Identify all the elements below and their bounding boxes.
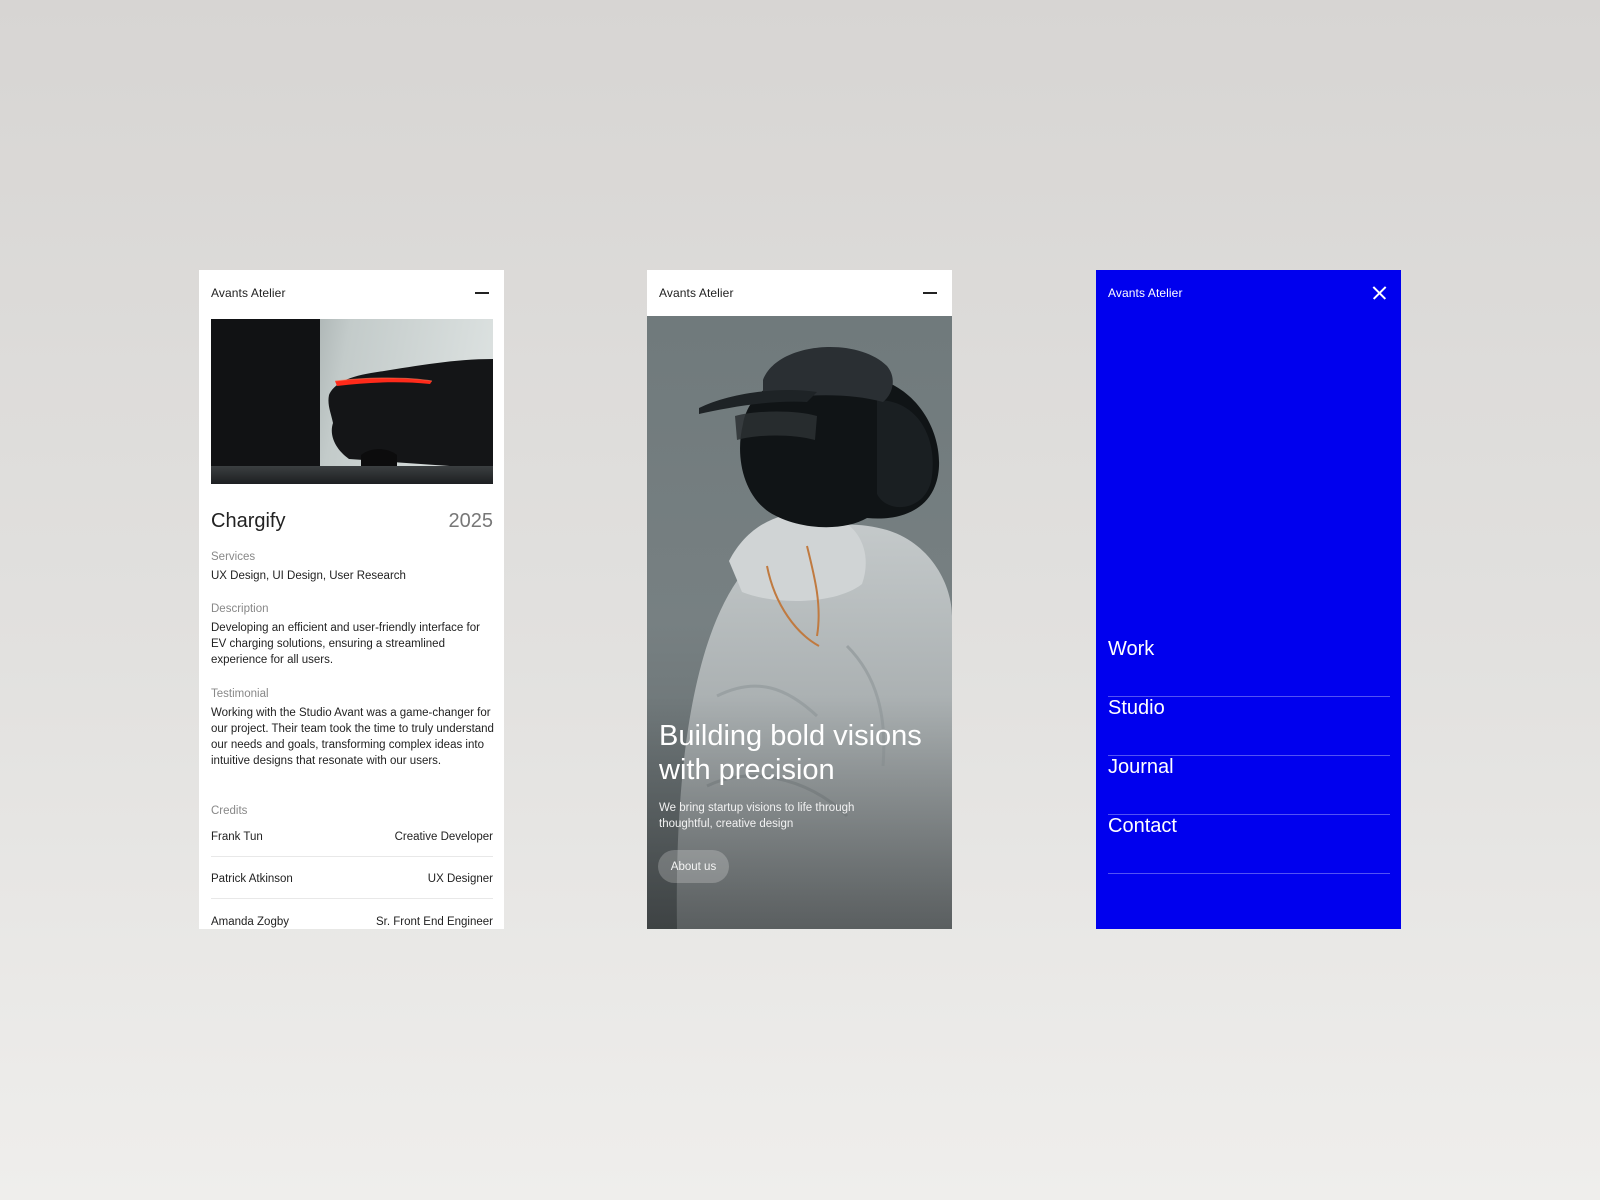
services-label: Services <box>211 551 256 563</box>
brand-logo[interactable]: Avants Atelier <box>659 286 734 300</box>
credit-row: Amanda Zogby Sr. Front End Engineer <box>211 916 493 928</box>
project-detail-screen: Avants Atelier Chargify 2025 Services UX… <box>199 270 504 929</box>
hero-headline: Building bold visions with precision <box>659 720 922 786</box>
project-year: 2025 <box>448 510 494 532</box>
description-label: Description <box>211 603 269 615</box>
divider <box>211 898 493 899</box>
services-value: UX Design, UI Design, User Research <box>211 570 406 582</box>
menu-item-label: Journal <box>1108 756 1174 778</box>
menu-dash-icon[interactable] <box>923 292 937 294</box>
credit-role: UX Designer <box>427 873 493 885</box>
hero-subtext: We bring startup visions to life through… <box>659 802 855 830</box>
close-icon[interactable] <box>1372 285 1388 301</box>
credit-name: Patrick Atkinson <box>211 873 293 885</box>
menu-dash-icon[interactable] <box>475 292 489 294</box>
credit-name: Frank Tun <box>211 831 263 843</box>
menu-item-label: Work <box>1108 638 1155 660</box>
menu-item-label: Contact <box>1108 815 1177 837</box>
brand-logo[interactable]: Avants Atelier <box>1108 286 1183 300</box>
brand-logo[interactable]: Avants Atelier <box>211 286 286 300</box>
credit-role: Sr. Front End Engineer <box>376 916 493 928</box>
testimonial-label: Testimonial <box>211 688 269 700</box>
about-us-button[interactable]: About us <box>658 850 729 883</box>
divider <box>1108 873 1390 874</box>
project-image <box>211 319 493 484</box>
credit-name: Amanda Zogby <box>211 916 289 928</box>
menu-item-journal[interactable]: Journal <box>1108 756 1390 815</box>
credit-role: Creative Developer <box>394 831 493 843</box>
divider <box>211 856 493 857</box>
header: Avants Atelier <box>199 270 504 316</box>
menu-item-label: Studio <box>1108 697 1165 719</box>
testimonial-text: Working with the Studio Avant was a game… <box>211 707 494 767</box>
hero-screen: Avants Atelier Building bold visions wit… <box>647 270 952 929</box>
credits-label: Credits <box>211 805 248 817</box>
hero-image <box>647 316 952 929</box>
description-text: Developing an efficient and user-friendl… <box>211 622 480 666</box>
menu-screen: Avants Atelier Work Studio Journal Conta… <box>1096 270 1401 929</box>
project-title: Chargify <box>211 510 286 532</box>
header: Avants Atelier <box>647 270 952 316</box>
menu-item-work[interactable]: Work <box>1108 638 1390 697</box>
menu-item-contact[interactable]: Contact <box>1108 815 1390 874</box>
credit-row: Patrick Atkinson UX Designer <box>211 873 493 885</box>
header: Avants Atelier <box>1096 270 1401 316</box>
menu-item-studio[interactable]: Studio <box>1108 697 1390 756</box>
credit-row: Frank Tun Creative Developer <box>211 831 493 843</box>
